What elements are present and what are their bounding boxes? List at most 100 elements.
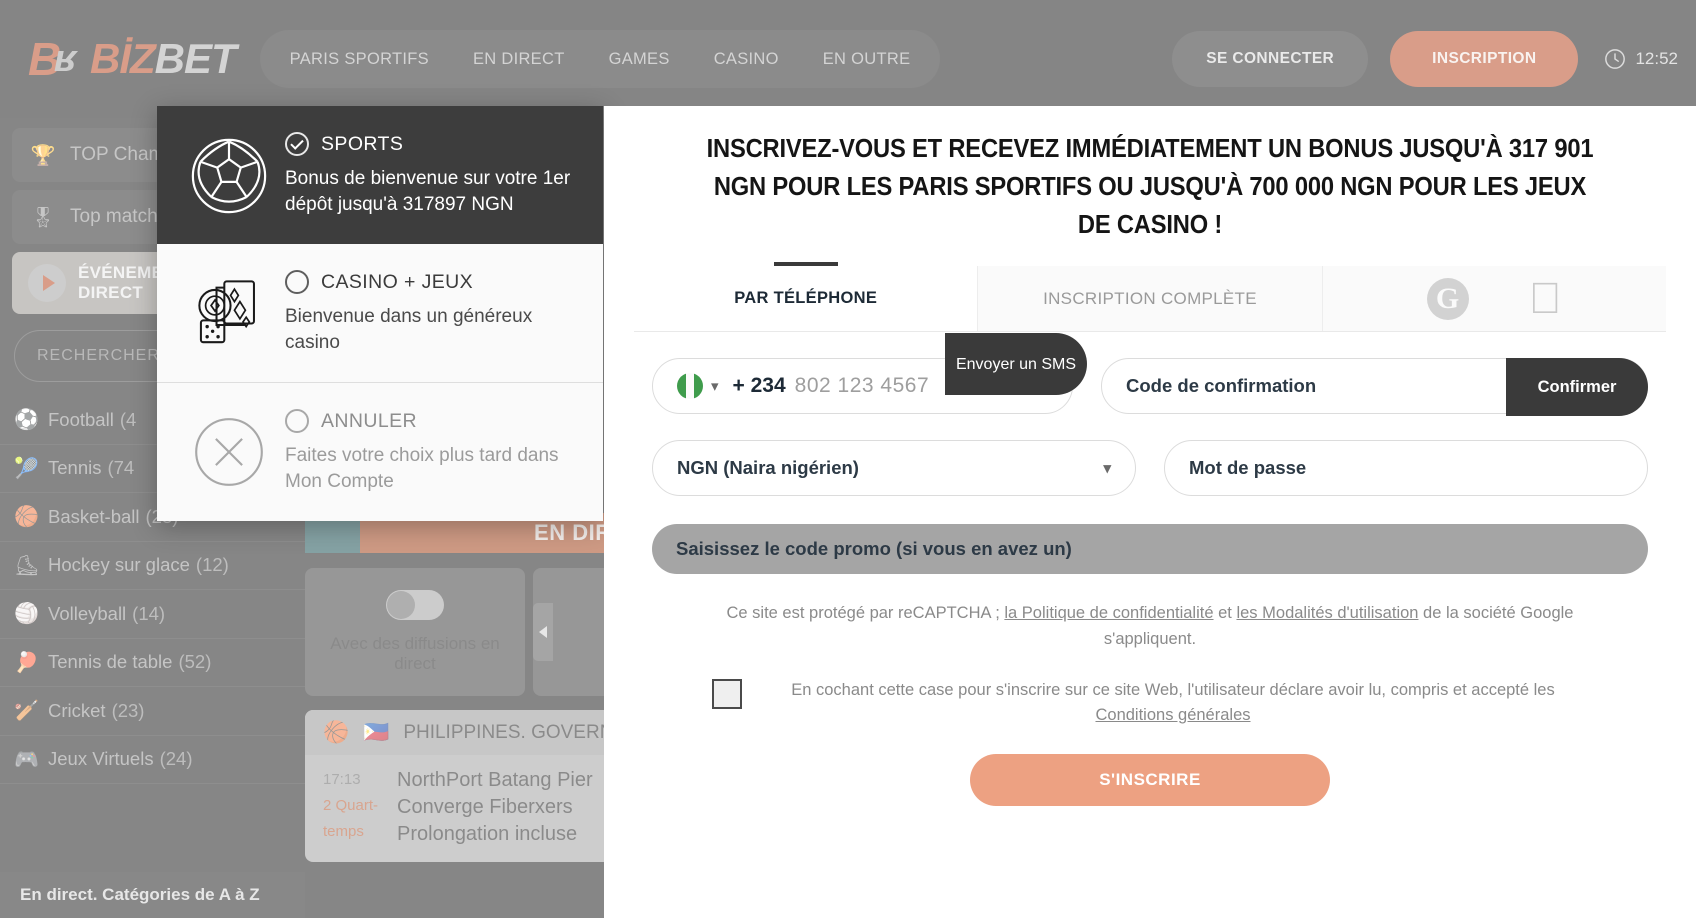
registration-modal: INSCRIVEZ-VOUS ET RECEVEZ IMMÉDIATEMENT … [604,106,1696,918]
list-item[interactable]: 🏓 Tennis de table (52) [0,639,305,687]
sport-count: (14) [132,602,166,624]
recaptcha-mid: et [1213,604,1237,622]
register-button[interactable]: INSCRIPTION [1390,31,1579,87]
bonus-option-sports[interactable]: SPORTS Bonus de bienvenue sur votre 1er … [157,106,603,244]
radio-unselected-icon[interactable] [285,409,309,433]
medal-icon: 🎖 [30,206,56,229]
logo-b-secondary: ʁ [54,38,77,80]
match-period-2: temps [323,823,364,840]
table-tennis-icon: 🏓 [14,651,39,674]
app-root: 🏆 TOP Championnats 🎖 Top matchs ÉVÉNEMEN… [0,0,1696,918]
send-sms-button[interactable]: Envoyer un SMS [945,333,1087,395]
top-header: B ʁ BİZ BET PARIS SPORTIFS EN DIRECT GAM… [0,0,1696,118]
terms-body: En cochant cette case pour s'inscrire su… [791,681,1555,699]
nav-item-en-direct[interactable]: EN DIRECT [451,50,587,69]
sport-label: Jeux Virtuels [48,748,154,770]
terms-checkbox[interactable] [712,679,742,709]
sport-label: Football [48,408,114,430]
match-time: 17:13 [323,771,361,788]
clock-icon [1605,49,1626,69]
list-item[interactable]: 🏐 Volleyball (14) [0,590,305,639]
currency-select[interactable]: NGN (Naira nigérien) ▾ [652,440,1136,496]
recaptcha-notice: Ce site est protégé par reCAPTCHA ; la P… [694,600,1606,652]
clock-time: 12:52 [1635,49,1678,68]
volleyball-icon: 🏐 [14,603,39,626]
sport-count: (52) [178,651,212,673]
terms-text: En cochant cette case pour s'inscrire su… [758,678,1588,728]
bonus-option-casino[interactable]: CASINO + JEUX Bienvenue dans un généreux… [157,244,603,382]
team-name-home: NorthPort Batang Pier [397,769,593,791]
list-item[interactable]: 🏏 Cricket (23) [0,687,305,736]
sport-count: (12) [195,554,229,576]
tab-label: PAR TÉLÉPHONE [734,289,878,307]
casino-chips-cards-icon [183,270,275,350]
cricket-icon: 🏏 [14,700,39,723]
clock: 12:52 [1604,48,1678,70]
nav-item-paris-sportifs[interactable]: PARIS SPORTIFS [268,50,451,69]
az-categories-bar[interactable]: En direct. Catégories de A à Z [0,872,305,918]
list-item[interactable]: ⛸ Hockey sur glace (12) [0,542,305,590]
play-icon [28,264,66,302]
sport-count: (4 [119,408,137,430]
basketball-icon: 🏀 [14,506,39,529]
radio-unselected-icon[interactable] [285,270,309,294]
radio-selected-icon[interactable] [285,132,309,156]
team-name-away: Converge Fiberxers [397,796,573,818]
chevron-down-icon[interactable]: ▾ [711,377,719,395]
list-item[interactable]: 🎮 Jeux Virtuels (24) [0,736,305,784]
basketball-icon: 🏀 [323,720,350,744]
bonus-option-desc: Bienvenue dans un généreux casino [285,306,533,353]
confirm-button[interactable]: Confirmer [1506,358,1648,416]
sport-label: Basket-ball [48,505,140,527]
sport-label: Cricket [48,699,106,721]
confirmation-code-input[interactable]: Code de confirmation Confirmer [1101,358,1648,416]
promo-code-input[interactable]: Saisissez le code promo (si vous en avez… [652,524,1648,574]
sport-label: Hockey sur glace [48,554,190,576]
logo-mark-icon: B ʁ [28,36,90,82]
submit-row: S'INSCRIRE [634,754,1666,806]
logo-biz-text: BİZ [90,35,156,82]
terms-agreement-row: En cochant cette case pour s'inscrire su… [674,678,1626,728]
google-icon[interactable]: G [1426,277,1469,320]
password-placeholder: Mot de passe [1189,457,1307,478]
terms-of-use-link[interactable]: les Modalités d'utilisation [1236,604,1418,622]
live-toggle[interactable] [386,590,444,620]
logo-bet-text: BET [154,35,237,82]
conditions-generales-link[interactable]: Conditions générales [1095,706,1250,724]
tab-inscription-complete[interactable]: INSCRIPTION COMPLÈTE [977,266,1323,331]
bonus-option-desc: Faites votre choix plus tard dans Mon Co… [285,445,559,492]
filter-live-broadcast[interactable]: Avec des diffusions en direct [305,568,525,696]
page-title: INSCRIVEZ-VOUS ET RECEVEZ IMMÉDIATEMENT … [706,135,1594,239]
bonus-option-annuler[interactable]: ANNULER Faites votre choix plus tard dan… [157,382,603,521]
country-code: + 234 [732,374,786,397]
nav-item-en-outre[interactable]: EN OUTRE [801,50,933,69]
currency-value: NGN (Naira nigérien) [677,457,859,478]
nav-item-games[interactable]: GAMES [587,50,692,69]
carousel-prev-icon[interactable] [533,603,553,661]
match-period: 2 Quart- [323,797,379,814]
sport-count: (23) [111,699,145,721]
password-input[interactable]: Mot de passe [1164,440,1648,496]
apple-icon[interactable]:  [1529,276,1562,321]
sport-label: Volleyball [48,602,127,624]
register-submit-button[interactable]: S'INSCRIRE [970,754,1330,806]
sport-label: Tennis de table [48,651,173,673]
match-note: Prolongation incluse [397,823,578,845]
phone-input[interactable]: ▾ + 234 802 123 4567 Envoyer un SMS [652,333,1087,414]
sport-count: (74 [107,457,135,479]
nigeria-flag-icon [677,373,703,399]
login-button[interactable]: SE CONNECTER [1172,31,1369,87]
registration-tabs: PAR TÉLÉPHONE INSCRIPTION COMPLÈTE G  [634,266,1666,332]
form-row-phone: ▾ + 234 802 123 4567 Envoyer un SMS Code… [634,333,1666,416]
form-row-currency: NGN (Naira nigérien) ▾ Mot de passe [634,440,1666,496]
privacy-policy-link[interactable]: la Politique de confidentialité [1004,604,1213,622]
trophy-icon: 🏆 [30,144,56,167]
nav-item-casino[interactable]: CASINO [692,50,801,69]
cancel-circle-icon [183,409,275,493]
tab-social-login: G  [1322,266,1666,331]
logo[interactable]: B ʁ BİZ BET [28,34,237,84]
bonus-option-label: CASINO + JEUX [321,270,474,293]
soccer-ball-icon [183,132,275,218]
tab-par-telephone[interactable]: PAR TÉLÉPHONE [634,266,977,331]
chevron-down-icon: ▾ [1103,460,1111,477]
